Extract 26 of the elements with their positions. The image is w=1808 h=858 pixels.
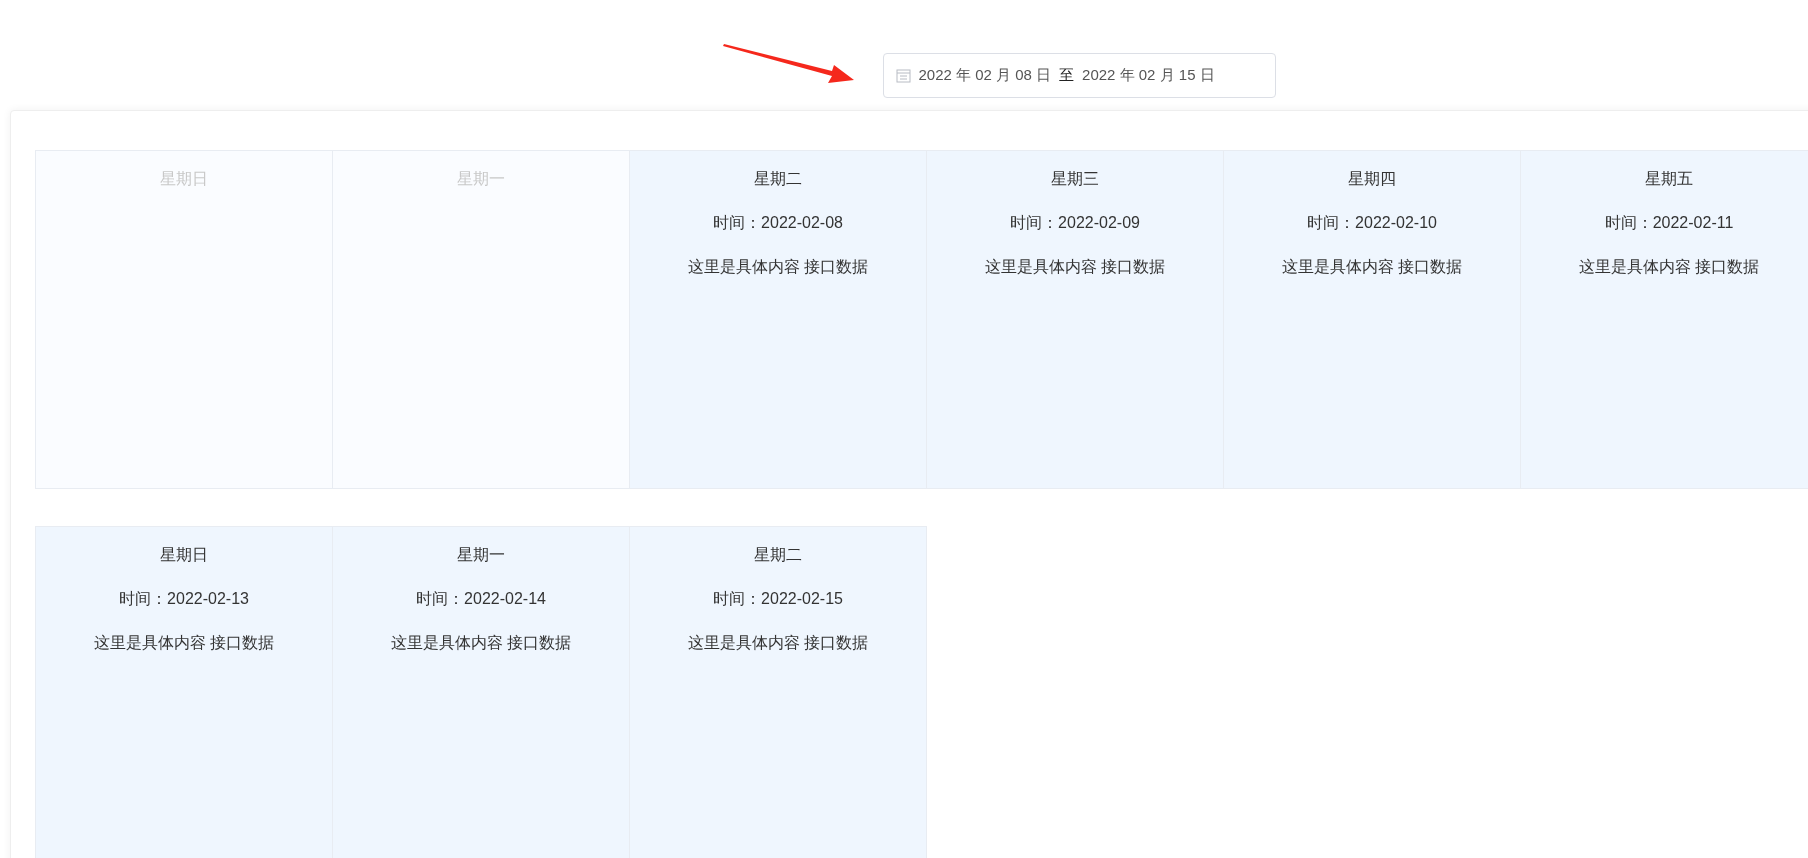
weekday-label: 星期五 <box>1645 169 1693 189</box>
date-text: 时间：2022-02-11 <box>1604 213 1734 233</box>
date-range-field[interactable]: 2022 年 02 月 08 日 至 2022 年 02 月 15 日 <box>882 53 1276 98</box>
content-text: 这里是具体内容 接口数据 <box>93 633 275 653</box>
date-text: 时间：2022-02-10 <box>1307 213 1437 233</box>
content-text: 这里是具体内容 接口数据 <box>1281 257 1463 277</box>
content-text: 这里是具体内容 接口数据 <box>687 257 869 277</box>
weekday-label: 星期二 <box>754 169 802 189</box>
date-text: 时间：2022-02-14 <box>416 589 546 609</box>
weekday-label: 星期四 <box>1348 169 1396 189</box>
weekday-label: 星期一 <box>457 545 505 565</box>
weekday-label: 星期三 <box>1051 169 1099 189</box>
content-text: 这里是具体内容 接口数据 <box>1578 257 1760 277</box>
content-text: 这里是具体内容 接口数据 <box>687 633 869 653</box>
weekday-label: 星期日 <box>160 545 208 565</box>
content-text: 这里是具体内容 接口数据 <box>390 633 572 653</box>
date-text: 时间：2022-02-15 <box>713 589 843 609</box>
range-separator: 至 <box>1059 65 1075 86</box>
date-text: 时间：2022-02-13 <box>119 589 249 609</box>
start-date: 2022 年 02 月 08 日 <box>918 65 1052 86</box>
content-text: 这里是具体内容 接口数据 <box>984 257 1166 277</box>
weekday-label: 星期二 <box>754 545 802 565</box>
end-date: 2022 年 02 月 15 日 <box>1082 65 1215 86</box>
date-text: 时间：2022-02-08 <box>713 213 843 233</box>
calendar-icon <box>895 68 911 83</box>
date-text: 时间：2022-02-09 <box>1010 213 1140 233</box>
